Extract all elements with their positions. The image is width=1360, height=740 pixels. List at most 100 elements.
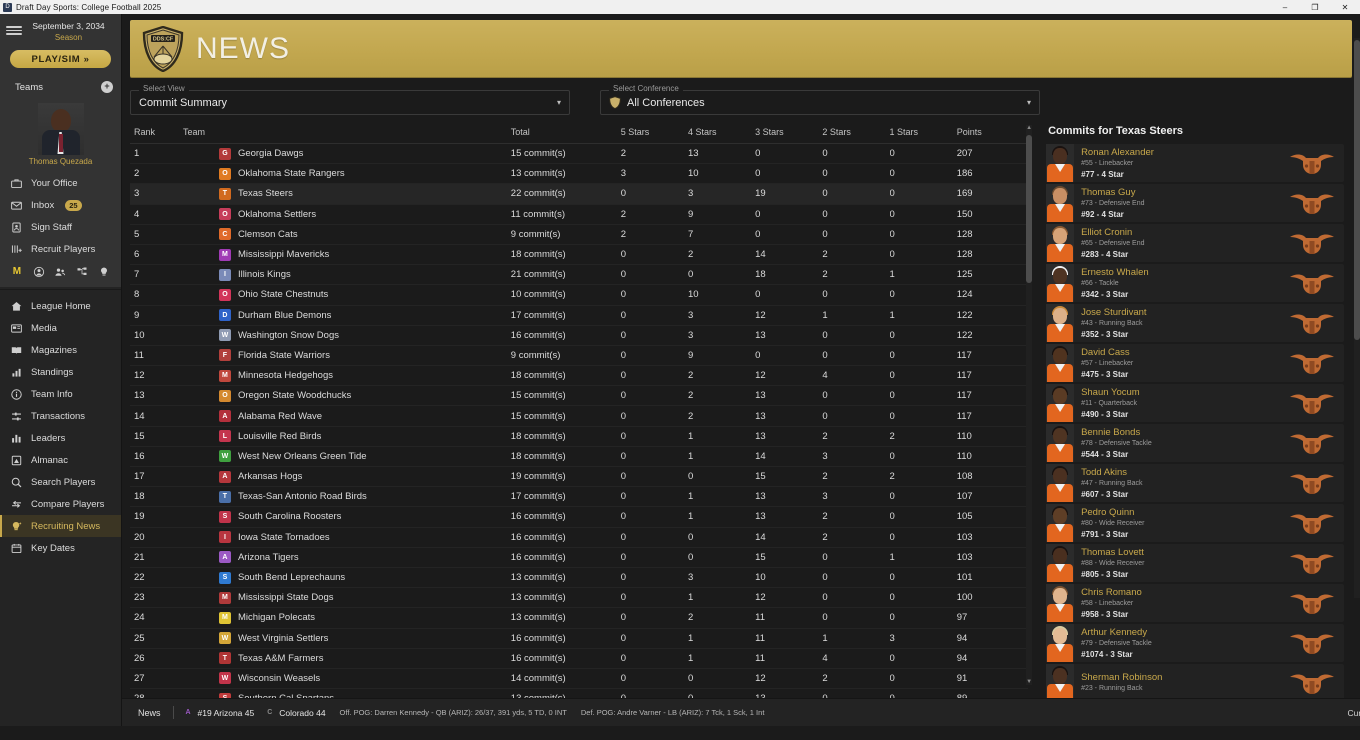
table-row[interactable]: 25WWest Virginia Settlers16 commit(s)011… [130, 628, 1028, 648]
table-row[interactable]: 17AArkansas Hogs19 commit(s)001522108 [130, 467, 1028, 487]
table-row[interactable]: 13OOregon State Woodchucks15 commit(s)02… [130, 386, 1028, 406]
table-row[interactable]: 24MMichigan Polecats13 commit(s)02110097 [130, 608, 1028, 628]
column-header-5-stars[interactable]: 5 Stars [621, 125, 688, 144]
team-logo-icon: D [219, 309, 231, 321]
sidebar-item-leaders[interactable]: Leaders [0, 427, 121, 449]
table-row[interactable]: 26TTexas A&M Farmers16 commit(s)01114094 [130, 648, 1028, 668]
sidebar-item-league-home[interactable]: League Home [0, 295, 121, 317]
select-view-dropdown[interactable]: Commit Summary ▾ [130, 90, 570, 115]
commit-list-item[interactable]: Jose Sturdivant#43 - Running Back#352 - … [1046, 304, 1344, 342]
table-row[interactable]: 22SSouth Bend Leprechauns13 commit(s)031… [130, 567, 1028, 587]
org-chart-icon[interactable] [76, 265, 89, 278]
commit-list-item[interactable]: Ronan Alexander#55 - Linebacker#77 - 4 S… [1046, 144, 1344, 182]
table-row[interactable]: 21AArizona Tigers16 commit(s)001501103 [130, 547, 1028, 567]
column-header-1-stars[interactable]: 1 Stars [890, 125, 957, 144]
table-row[interactable]: 7IIllinois Kings21 commit(s)001821125 [130, 265, 1028, 285]
commit-list-item[interactable]: Chris Romano#58 - Linebacker#958 - 3 Sta… [1046, 584, 1344, 622]
column-header-2-stars[interactable]: 2 Stars [822, 125, 889, 144]
sidebar-item-search-players[interactable]: Search Players [0, 471, 121, 493]
cell-total: 13 commit(s) [511, 608, 621, 628]
sidebar-item-recruiting-news[interactable]: Recruiting News [0, 515, 121, 537]
table-row[interactable]: 6MMississippi Mavericks18 commit(s)02142… [130, 244, 1028, 264]
player-avatar [1046, 464, 1074, 502]
commit-info: Jose Sturdivant#43 - Running Back#352 - … [1074, 307, 1286, 340]
minimize-button[interactable]: – [1270, 0, 1300, 14]
sidebar-item-recruit-players[interactable]: Recruit Players [0, 238, 121, 260]
cell-5-stars: 0 [621, 325, 688, 345]
player-ranking: #490 - 3 Star [1081, 409, 1286, 420]
sidebar-item-transactions[interactable]: Transactions [0, 405, 121, 427]
add-team-icon[interactable]: + [101, 81, 113, 93]
status-game-score[interactable]: A #19 Arizona 45 C Colorado 44 [184, 708, 326, 718]
cell-4-stars: 9 [688, 345, 755, 365]
play-sim-button[interactable]: PLAY/SIM » [10, 50, 111, 68]
michigan-m-icon[interactable]: M [10, 265, 23, 278]
table-row[interactable]: 18TTexas-San Antonio Road Birds17 commit… [130, 487, 1028, 507]
select-conference-dropdown[interactable]: All Conferences ▾ [600, 90, 1040, 115]
table-row[interactable]: 8OOhio State Chestnuts10 commit(s)010000… [130, 285, 1028, 305]
commit-list-item[interactable]: Pedro Quinn#80 - Wide Receiver#791 - 3 S… [1046, 504, 1344, 542]
sidebar-item-inbox[interactable]: Inbox 25 [0, 194, 121, 216]
table-row[interactable]: 12MMinnesota Hedgehogs18 commit(s)021240… [130, 366, 1028, 386]
commit-list-item[interactable]: Shaun Yocum#11 - Quarterback#490 - 3 Sta… [1046, 384, 1344, 422]
table-row[interactable]: 11FFlorida State Warriors9 commit(s)0900… [130, 345, 1028, 365]
sidebar-item-team-info[interactable]: Team Info [0, 383, 121, 405]
table-row[interactable]: 27WWisconsin Weasels14 commit(s)00122091 [130, 668, 1028, 688]
commit-list-item[interactable]: Sherman Robinson#23 - Running Back [1046, 664, 1344, 702]
commits-scrollbar[interactable] [1354, 38, 1360, 598]
cell-2-stars: 0 [822, 567, 889, 587]
sidebar-item-standings[interactable]: Standings [0, 361, 121, 383]
commit-list-item[interactable]: Bennie Bonds#78 - Defensive Tackle#544 -… [1046, 424, 1344, 462]
commit-list-item[interactable]: Elliot Cronin#65 - Defensive End#283 - 4… [1046, 224, 1344, 262]
sidebar-item-your-office[interactable]: Your Office [0, 172, 121, 194]
coach-profile[interactable]: Thomas Quezada [0, 101, 121, 170]
person-icon[interactable] [32, 265, 45, 278]
table-row[interactable]: 16WWest New Orleans Green Tide18 commit(… [130, 446, 1028, 466]
table-row[interactable]: 9DDurham Blue Demons17 commit(s)03121112… [130, 305, 1028, 325]
lightbulb-icon[interactable] [98, 265, 111, 278]
commit-list-item[interactable]: Thomas Guy#73 - Defensive End#92 - 4 Sta… [1046, 184, 1344, 222]
column-header-points[interactable]: Points [957, 125, 1028, 144]
cell-1-stars: 1 [890, 547, 957, 567]
column-header-4-stars[interactable]: 4 Stars [688, 125, 755, 144]
column-header-rank[interactable]: Rank [130, 125, 183, 144]
table-row[interactable]: 4OOklahoma Settlers11 commit(s)29000150 [130, 204, 1028, 224]
commit-list-item[interactable]: Arthur Kennedy#79 - Defensive Tackle#107… [1046, 624, 1344, 662]
column-header-total[interactable]: Total [511, 125, 621, 144]
maximize-button[interactable]: ❐ [1300, 0, 1330, 14]
column-header-team[interactable]: Team [183, 125, 511, 144]
table-row[interactable]: 19SSouth Carolina Roosters16 commit(s)01… [130, 507, 1028, 527]
cell-total: 13 commit(s) [511, 164, 621, 184]
table-scrollbar-thumb[interactable] [1026, 135, 1032, 283]
table-row[interactable]: 1GGeorgia Dawgs15 commit(s)213000207 [130, 144, 1028, 164]
cell-2-stars: 2 [822, 507, 889, 527]
status-news-link[interactable]: News [122, 708, 173, 718]
table-row[interactable]: 15LLouisville Red Birds18 commit(s)01132… [130, 426, 1028, 446]
sidebar-item-media[interactable]: Media [0, 317, 121, 339]
commit-list-item[interactable]: Thomas Lovett#88 - Wide Receiver#805 - 3… [1046, 544, 1344, 582]
people-icon[interactable] [54, 265, 67, 278]
table-scrollbar[interactable]: ▲ ▼ [1026, 125, 1032, 685]
sidebar-item-sign-staff[interactable]: Sign Staff [0, 216, 121, 238]
table-row[interactable]: 14AAlabama Red Wave15 commit(s)021300117 [130, 406, 1028, 426]
sidebar-item-almanac[interactable]: Almanac [0, 449, 121, 471]
sidebar-item-compare-players[interactable]: Compare Players [0, 493, 121, 515]
table-row[interactable]: 2OOklahoma State Rangers13 commit(s)3100… [130, 164, 1028, 184]
commit-list-item[interactable]: David Cass#57 - Linebacker#475 - 3 Star [1046, 344, 1344, 382]
table-row[interactable]: 23MMississippi State Dogs13 commit(s)011… [130, 588, 1028, 608]
sidebar-item-magazines[interactable]: Magazines [0, 339, 121, 361]
table-row[interactable]: 3TTexas Steers22 commit(s)031900169 [130, 184, 1028, 204]
column-header-3-stars[interactable]: 3 Stars [755, 125, 822, 144]
sidebar-label: Your Office [31, 178, 77, 189]
commits-scrollbar-thumb[interactable] [1354, 40, 1360, 340]
sidebar-item-key-dates[interactable]: Key Dates [0, 537, 121, 559]
cell-rank: 7 [130, 265, 183, 285]
commit-list-item[interactable]: Todd Akins#47 - Running Back#607 - 3 Sta… [1046, 464, 1344, 502]
hamburger-menu-icon[interactable] [6, 26, 22, 35]
commit-list-item[interactable]: Ernesto Whalen#66 - Tackle#342 - 3 Star [1046, 264, 1344, 302]
sidebar-item-teams[interactable]: Teams + [0, 76, 121, 99]
table-row[interactable]: 10WWashington Snow Dogs16 commit(s)03130… [130, 325, 1028, 345]
table-row[interactable]: 5CClemson Cats9 commit(s)27000128 [130, 224, 1028, 244]
close-button[interactable]: ✕ [1330, 0, 1360, 14]
table-row[interactable]: 20IIowa State Tornadoes16 commit(s)00142… [130, 527, 1028, 547]
